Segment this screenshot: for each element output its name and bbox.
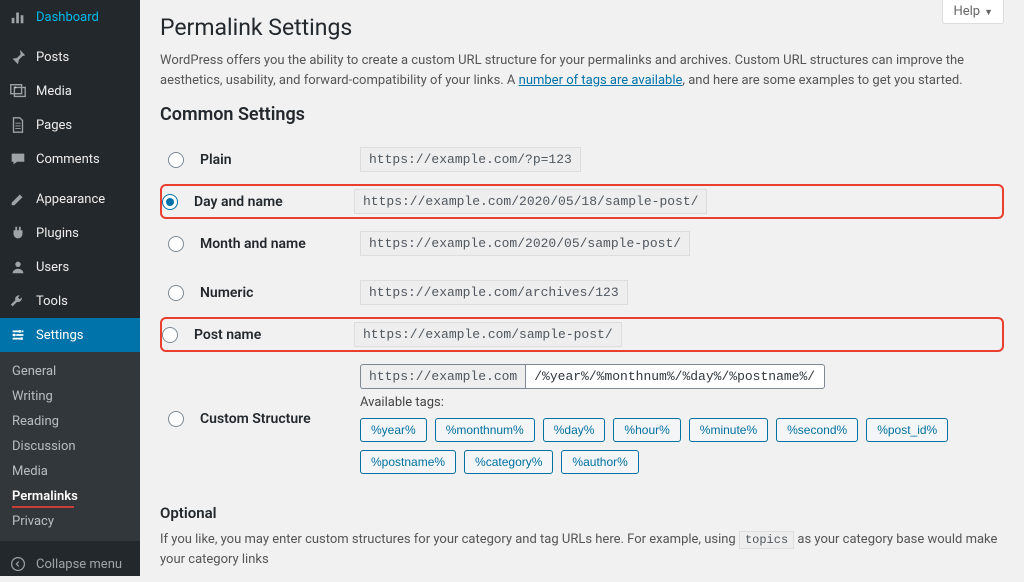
inline-code-topics: topics <box>739 531 794 549</box>
option-value: https://example.com/2020/05/sample-post/ <box>360 231 996 256</box>
tag-button[interactable]: %monthnum% <box>435 418 535 442</box>
permalink-option-day-and-name: Day and name https://example.com/2020/05/… <box>160 184 1004 219</box>
sidebar-item-posts[interactable]: Posts <box>0 39 140 74</box>
available-tags: %year% %monthnum% %day% %hour% %minute% %seco… <box>360 418 996 474</box>
custom-structure-input[interactable] <box>525 364 825 389</box>
option-value: https://example.com/sample-post/ <box>354 322 998 347</box>
admin-sidebar: Dashboard Posts Media Pages Comments App… <box>0 0 140 576</box>
option-label: Post name <box>194 327 344 343</box>
help-label: Help <box>953 4 980 19</box>
settings-icon <box>8 325 28 345</box>
option-example-url: https://example.com/archives/123 <box>360 280 628 305</box>
permalink-radio[interactable] <box>168 236 184 252</box>
permalink-radio[interactable] <box>162 194 178 210</box>
main-content: Help ▼ Permalink Settings WordPress offer… <box>140 0 1024 576</box>
media-icon <box>8 81 28 101</box>
permalink-radio[interactable] <box>168 152 184 168</box>
permalink-option-numeric: Numeric https://example.com/archives/123 <box>160 268 1004 317</box>
sidebar-item-plugins[interactable]: Plugins <box>0 216 140 250</box>
tag-button[interactable]: %category% <box>464 450 553 474</box>
tools-icon <box>8 291 28 311</box>
page-title: Permalink Settings <box>160 14 1004 41</box>
option-value: https://example.com/?p=123 <box>360 147 996 172</box>
sidebar-item-label: Pages <box>36 118 72 133</box>
available-tags-label: Available tags: <box>360 395 996 410</box>
sidebar-item-dashboard[interactable]: Dashboard <box>0 0 140 34</box>
optional-heading: Optional <box>160 504 1004 522</box>
settings-submenu: General Writing Reading Discussion Media… <box>0 352 140 541</box>
submenu-item-discussion[interactable]: Discussion <box>0 434 140 459</box>
permalink-radio[interactable] <box>162 327 178 343</box>
sidebar-item-label: Settings <box>36 328 83 343</box>
sidebar-item-comments[interactable]: Comments <box>0 142 140 176</box>
chevron-down-icon: ▼ <box>984 8 993 18</box>
sidebar-item-appearance[interactable]: Appearance <box>0 181 140 216</box>
permalink-option-custom-structure: Custom Structure https://example.com Avail… <box>160 352 1004 486</box>
sidebar-item-label: Appearance <box>36 192 105 207</box>
tag-button[interactable]: %post_id% <box>866 418 948 442</box>
pages-icon <box>8 115 28 135</box>
option-value: https://example.com/archives/123 <box>360 280 996 305</box>
collapse-label: Collapse menu <box>36 557 122 572</box>
tag-button[interactable]: %year% <box>360 418 427 442</box>
permalink-option-month-and-name: Month and name https://example.com/2020/0… <box>160 219 1004 268</box>
option-label: Month and name <box>200 236 350 252</box>
plugins-icon <box>8 223 28 243</box>
permalink-option-plain: Plain https://example.com/?p=123 <box>160 135 1004 184</box>
users-icon <box>8 257 28 277</box>
sidebar-item-settings[interactable]: Settings <box>0 318 140 352</box>
sidebar-item-label: Users <box>36 260 69 275</box>
custom-structure-prefix: https://example.com <box>360 364 525 389</box>
tag-button[interactable]: %day% <box>543 418 606 442</box>
sidebar-item-label: Plugins <box>36 226 79 241</box>
pin-icon <box>8 47 28 67</box>
option-value: https://example.com/2020/05/18/sample-po… <box>354 189 998 214</box>
option-label: Numeric <box>200 285 350 301</box>
sidebar-item-media[interactable]: Media <box>0 74 140 108</box>
comments-icon <box>8 149 28 169</box>
permalink-radio[interactable] <box>168 285 184 301</box>
appearance-icon <box>8 189 28 209</box>
intro-text: WordPress offers you the ability to crea… <box>160 51 1004 90</box>
sidebar-item-tools[interactable]: Tools <box>0 284 140 318</box>
submenu-item-media[interactable]: Media <box>0 459 140 484</box>
tag-button[interactable]: %postname% <box>360 450 456 474</box>
submenu-item-reading[interactable]: Reading <box>0 409 140 434</box>
option-example-url: https://example.com/2020/05/18/sample-po… <box>354 189 707 214</box>
optional-desc: If you like, you may enter custom struct… <box>160 530 1004 569</box>
tag-button[interactable]: %minute% <box>689 418 768 442</box>
collapse-menu-button[interactable]: Collapse menu <box>0 546 140 582</box>
common-settings-heading: Common Settings <box>160 104 1004 125</box>
sidebar-item-pages[interactable]: Pages <box>0 108 140 142</box>
tag-button[interactable]: %hour% <box>613 418 680 442</box>
option-label: Plain <box>200 152 350 168</box>
collapse-icon <box>8 554 28 574</box>
option-example-url: https://example.com/sample-post/ <box>354 322 622 347</box>
option-value: https://example.com Available tags: %year%… <box>360 364 996 474</box>
option-label: Custom Structure <box>200 411 350 427</box>
option-label: Day and name <box>194 194 344 210</box>
submenu-item-permalinks[interactable]: Permalinks <box>0 484 140 509</box>
sidebar-item-users[interactable]: Users <box>0 250 140 284</box>
option-example-url: https://example.com/?p=123 <box>360 147 581 172</box>
tags-link[interactable]: number of tags are available <box>519 73 683 88</box>
sidebar-item-label: Posts <box>36 50 69 65</box>
submenu-item-general[interactable]: General <box>0 359 140 384</box>
permalink-radio[interactable] <box>168 411 184 427</box>
sidebar-item-label: Comments <box>36 152 100 167</box>
permalink-option-post-name: Post name https://example.com/sample-post… <box>160 317 1004 352</box>
dashboard-icon <box>8 7 28 27</box>
sidebar-item-label: Tools <box>36 294 68 309</box>
submenu-item-writing[interactable]: Writing <box>0 384 140 409</box>
tag-button[interactable]: %author% <box>561 450 638 474</box>
help-tab[interactable]: Help ▼ <box>942 0 1004 24</box>
sidebar-item-label: Dashboard <box>36 10 99 25</box>
sidebar-item-label: Media <box>36 84 72 99</box>
submenu-item-privacy[interactable]: Privacy <box>0 509 140 534</box>
tag-button[interactable]: %second% <box>776 418 858 442</box>
option-example-url: https://example.com/2020/05/sample-post/ <box>360 231 690 256</box>
